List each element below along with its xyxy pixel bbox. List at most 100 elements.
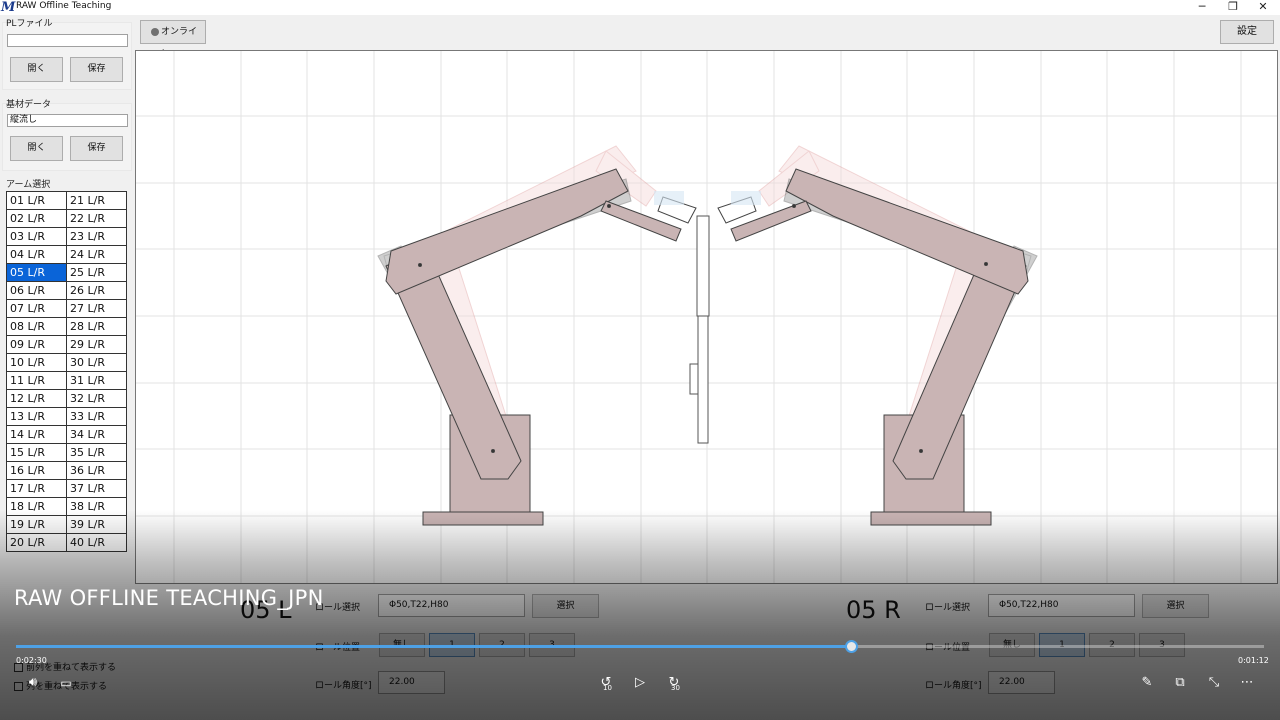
arm-cell[interactable]: 09 L/R bbox=[6, 335, 67, 354]
title-bar: M RAW Offline Teaching ─ ❐ ✕ bbox=[0, 0, 1280, 15]
arm-cell[interactable]: 39 L/R bbox=[66, 515, 127, 534]
substrate-open-button[interactable]: 開く bbox=[10, 136, 63, 161]
arm-select-label: アーム選択 bbox=[6, 180, 51, 190]
table-row: 06 L/R 26 L/R bbox=[6, 281, 127, 300]
left-roll-select-button[interactable]: 選択 bbox=[532, 594, 599, 618]
arm-cell[interactable]: 17 L/R bbox=[6, 479, 67, 498]
arm-cell[interactable]: 02 L/R bbox=[6, 209, 67, 228]
arm-cell[interactable]: 04 L/R bbox=[6, 245, 67, 264]
arm-cell[interactable]: 08 L/R bbox=[6, 317, 67, 336]
pl-open-button[interactable]: 開く bbox=[10, 57, 63, 82]
arm-cell[interactable]: 38 L/R bbox=[66, 497, 127, 516]
table-row: 15 L/R 35 L/R bbox=[6, 443, 127, 462]
video-title: RAW OFFLINE TEACHING_JPN bbox=[14, 586, 324, 610]
right-arm-name: 05 R bbox=[846, 596, 901, 624]
play-icon[interactable]: ▷ bbox=[629, 673, 651, 693]
arm-cell[interactable]: 07 L/R bbox=[6, 299, 67, 318]
arm-cell[interactable]: 30 L/R bbox=[66, 353, 127, 372]
table-row: 03 L/R 23 L/R bbox=[6, 227, 127, 246]
table-row: 14 L/R 34 L/R bbox=[6, 425, 127, 444]
table-row: 12 L/R 32 L/R bbox=[6, 389, 127, 408]
progress-fill bbox=[16, 645, 853, 648]
arm-cell[interactable]: 31 L/R bbox=[66, 371, 127, 390]
substrate-label: 基材データ bbox=[6, 100, 52, 110]
arm-cell[interactable]: 23 L/R bbox=[66, 227, 127, 246]
arm-cell[interactable]: 25 L/R bbox=[66, 263, 127, 282]
teaching-canvas[interactable] bbox=[135, 50, 1278, 584]
arm-cell[interactable]: 10 L/R bbox=[6, 353, 67, 372]
restore-icon[interactable]: ❐ bbox=[1218, 0, 1248, 15]
captions-icon[interactable]: ▭ bbox=[55, 673, 77, 693]
right-roll-select-button[interactable]: 選択 bbox=[1142, 594, 1209, 618]
arm-cell[interactable]: 14 L/R bbox=[6, 425, 67, 444]
left-roll-angle-label: ロール角度[°] bbox=[315, 681, 372, 691]
settings-button[interactable]: 設定 bbox=[1220, 20, 1274, 44]
arm-cell[interactable]: 05 L/R bbox=[6, 263, 67, 282]
arm-cell[interactable]: 13 L/R bbox=[6, 407, 67, 426]
volume-icon[interactable]: 🔊︎ bbox=[22, 673, 44, 693]
arm-cell[interactable]: 28 L/R bbox=[66, 317, 127, 336]
arm-cell[interactable]: 01 L/R bbox=[6, 191, 67, 210]
skip-back-icon[interactable]: ↺ 10 bbox=[595, 673, 617, 693]
arm-cell[interactable]: 40 L/R bbox=[66, 533, 127, 552]
left-arm-main bbox=[385, 168, 697, 526]
arm-cell[interactable]: 12 L/R bbox=[6, 389, 67, 408]
skip-forward-icon[interactable]: ↻ 30 bbox=[663, 673, 685, 693]
arm-cell[interactable]: 06 L/R bbox=[6, 281, 67, 300]
table-row: 10 L/R 30 L/R bbox=[6, 353, 127, 372]
arm-cell[interactable]: 15 L/R bbox=[6, 443, 67, 462]
more-options-icon[interactable]: ⋯ bbox=[1236, 673, 1258, 693]
arm-cell[interactable]: 21 L/R bbox=[66, 191, 127, 210]
right-roll-angle-input[interactable]: 22.00 bbox=[988, 671, 1055, 694]
exit-fullscreen-icon[interactable]: ⤡ bbox=[1203, 673, 1225, 693]
arm-cell[interactable]: 34 L/R bbox=[66, 425, 127, 444]
arm-cell[interactable]: 33 L/R bbox=[66, 407, 127, 426]
arm-cell[interactable]: 29 L/R bbox=[66, 335, 127, 354]
left-roll-angle-input[interactable]: 22.00 bbox=[378, 671, 445, 694]
table-row: 02 L/R 22 L/R bbox=[6, 209, 127, 228]
miniplayer-icon[interactable]: ⧉ bbox=[1169, 673, 1191, 693]
arm-cell[interactable]: 18 L/R bbox=[6, 497, 67, 516]
pl-save-button[interactable]: 保存 bbox=[70, 57, 123, 82]
arm-cell[interactable]: 11 L/R bbox=[6, 371, 67, 390]
substrate-lower bbox=[697, 315, 709, 444]
table-row: 07 L/R 27 L/R bbox=[6, 299, 127, 318]
arm-cell[interactable]: 35 L/R bbox=[66, 443, 127, 462]
pen-icon[interactable]: ✎ bbox=[1136, 673, 1158, 693]
close-icon[interactable]: ✕ bbox=[1248, 0, 1278, 15]
table-row: 20 L/R 40 L/R bbox=[6, 533, 127, 552]
progress-thumb[interactable] bbox=[845, 640, 859, 653]
remaining-time: 0:01:12 bbox=[1238, 656, 1269, 665]
table-row: 16 L/R 36 L/R bbox=[6, 461, 127, 480]
table-row: 17 L/R 37 L/R bbox=[6, 479, 127, 498]
arm-cell[interactable]: 27 L/R bbox=[66, 299, 127, 318]
current-time: 0:02:30 bbox=[16, 656, 47, 665]
arm-cell[interactable]: 20 L/R bbox=[6, 533, 67, 552]
robot-arm-drawing bbox=[136, 51, 1277, 583]
left-roll-select-input[interactable]: Φ50,T22,H80 bbox=[378, 594, 525, 617]
table-row: 01 L/R 21 L/R bbox=[6, 191, 127, 210]
arm-select-table: 01 L/R 21 L/R 02 L/R 22 L/R 03 L/R 23 L/R 04 L… bbox=[6, 191, 127, 552]
arm-cell[interactable]: 03 L/R bbox=[6, 227, 67, 246]
app-window: M RAW Offline Teaching ─ ❐ ✕ PLファイル 開く 保… bbox=[0, 0, 1280, 720]
arm-cell[interactable]: 37 L/R bbox=[66, 479, 127, 498]
arm-cell[interactable]: 26 L/R bbox=[66, 281, 127, 300]
pl-file-input[interactable] bbox=[7, 34, 128, 47]
arm-cell[interactable]: 19 L/R bbox=[6, 515, 67, 534]
table-row: 05 L/R 25 L/R bbox=[6, 263, 127, 282]
arm-cell[interactable]: 36 L/R bbox=[66, 461, 127, 480]
arm-cell[interactable]: 24 L/R bbox=[66, 245, 127, 264]
pl-file-label: PLファイル bbox=[6, 19, 53, 29]
status-dot-icon bbox=[151, 28, 159, 36]
table-row: 13 L/R 33 L/R bbox=[6, 407, 127, 426]
substrate-save-button[interactable]: 保存 bbox=[70, 136, 123, 161]
minimize-icon[interactable]: ─ bbox=[1187, 0, 1217, 15]
arm-cell[interactable]: 32 L/R bbox=[66, 389, 127, 408]
arm-cell[interactable]: 22 L/R bbox=[66, 209, 127, 228]
window-title: RAW Offline Teaching bbox=[16, 1, 112, 11]
arm-cell[interactable]: 16 L/R bbox=[6, 461, 67, 480]
right-roll-select-input[interactable]: Φ50,T22,H80 bbox=[988, 594, 1135, 617]
online-button[interactable]: オンライン bbox=[140, 20, 206, 59]
app-logo-icon: M bbox=[1, 0, 16, 15]
substrate-input[interactable]: 縦流し bbox=[7, 114, 128, 127]
